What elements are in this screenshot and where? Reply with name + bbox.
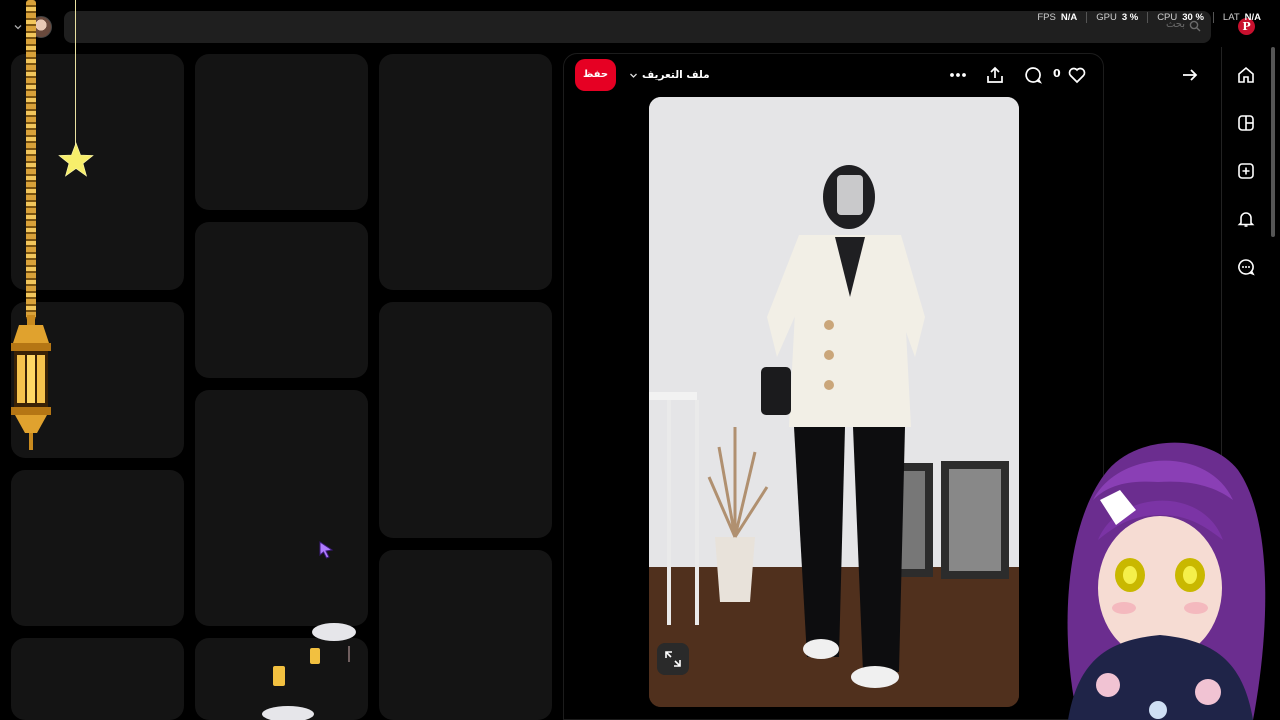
pin-tile-placeholder[interactable] — [195, 390, 368, 626]
messages-icon[interactable] — [1237, 258, 1255, 276]
lantern-decoration — [11, 315, 51, 450]
home-icon[interactable] — [1237, 66, 1255, 84]
boards-icon[interactable] — [1237, 114, 1255, 132]
perf-lat: LAT N/A — [1212, 12, 1270, 23]
create-icon[interactable] — [1237, 162, 1255, 180]
save-button[interactable]: حفظ — [575, 59, 616, 91]
performance-overlay: FPS N/A GPU 3 % CPU 30 % LAT N/A — [1028, 12, 1270, 23]
perf-cpu: CPU 30 % — [1147, 12, 1213, 23]
pin-tile-placeholder[interactable] — [195, 54, 368, 210]
scrollbar[interactable] — [1271, 47, 1275, 237]
star-string-decoration — [75, 0, 76, 150]
pin-tile-placeholder[interactable] — [11, 470, 184, 626]
gold-chain-decoration — [26, 0, 36, 320]
pin-image[interactable] — [649, 97, 1019, 707]
pin-tile-placeholder[interactable] — [379, 550, 552, 720]
chevron-down-icon — [630, 73, 637, 78]
profile-selector[interactable]: ملف التعريف — [629, 68, 710, 82]
comment-icon[interactable] — [1023, 65, 1043, 85]
notifications-icon[interactable] — [1237, 210, 1255, 228]
arrow-right-icon[interactable] — [1180, 65, 1200, 85]
pin-tile-placeholder[interactable] — [11, 638, 184, 720]
expand-icon[interactable] — [657, 643, 689, 675]
share-icon[interactable] — [985, 65, 1005, 85]
pin-image-illustration — [649, 97, 1019, 707]
pin-tile-placeholder[interactable] — [379, 54, 552, 290]
pin-tile-placeholder[interactable] — [195, 222, 368, 378]
perf-gpu: GPU 3 % — [1086, 12, 1147, 23]
pin-tile-placeholder[interactable] — [379, 302, 552, 538]
heart-icon[interactable] — [1067, 65, 1087, 85]
profile-selector-label: ملف التعريف — [642, 69, 710, 81]
pin-tile-placeholder[interactable] — [11, 54, 184, 290]
more-options-icon[interactable] — [948, 65, 968, 85]
perf-fps: FPS N/A — [1037, 12, 1078, 23]
reaction-count: 0 — [1053, 67, 1061, 80]
cursor-pointer-icon — [319, 541, 334, 559]
star-decoration — [58, 142, 94, 177]
vtuber-avatar — [1067, 442, 1266, 720]
crescent-moon-decoration — [262, 623, 366, 720]
chevron-down-icon[interactable] — [13, 22, 23, 32]
